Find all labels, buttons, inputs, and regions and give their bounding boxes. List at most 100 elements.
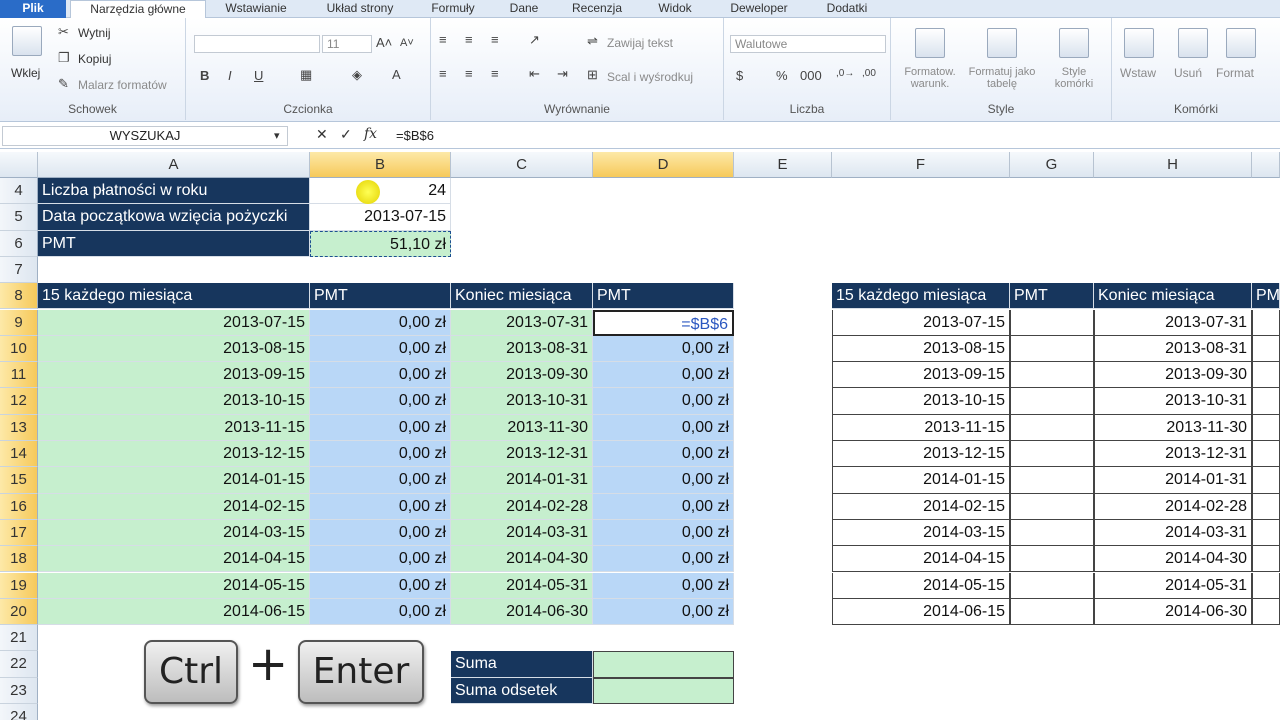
pmt-15th[interactable]: 0,00 zł — [310, 362, 451, 389]
right-pmt-month-end[interactable] — [1252, 441, 1280, 468]
column-header-C[interactable]: C — [451, 152, 593, 178]
right-pmt-month-end[interactable] — [1252, 546, 1280, 573]
pmt-month-end[interactable]: 0,00 zł — [593, 414, 734, 441]
tab-2[interactable]: Wstawianie — [210, 0, 302, 18]
tab-8[interactable]: Deweloper — [716, 0, 802, 18]
date-15th[interactable]: 2014-06-15 — [38, 598, 310, 626]
format-cells-button[interactable]: Format — [1216, 66, 1254, 80]
pmt-15th[interactable]: 0,00 zł — [310, 546, 451, 573]
copy-button[interactable]: Kopiuj — [78, 52, 111, 66]
tab-6[interactable]: Recenzja — [560, 0, 634, 18]
pmt-15th[interactable]: 0,00 zł — [310, 598, 451, 626]
right-date-month-end[interactable]: 2014-03-31 — [1094, 519, 1252, 547]
align-middle-icon[interactable]: ≡ — [465, 32, 473, 47]
tab-4[interactable]: Formuły — [418, 0, 488, 18]
date-month-end[interactable]: 2013-10-31 — [451, 388, 593, 415]
font-color-icon[interactable]: A — [392, 67, 401, 82]
underline-icon[interactable]: U — [254, 68, 263, 83]
pmt-15th[interactable]: 0,00 zł — [310, 572, 451, 599]
right-pmt-month-end[interactable] — [1252, 598, 1280, 626]
conditional-format-icon[interactable] — [915, 28, 945, 58]
date-15th[interactable]: 2014-03-15 — [38, 519, 310, 547]
cell-styles-icon[interactable] — [1059, 28, 1089, 58]
pmt-15th[interactable]: 0,00 zł — [310, 309, 451, 336]
date-month-end[interactable]: 2013-11-30 — [451, 414, 593, 441]
right-pmt-15th[interactable] — [1010, 598, 1094, 626]
date-month-end[interactable]: 2014-04-30 — [451, 546, 593, 573]
align-right-icon[interactable]: ≡ — [491, 66, 499, 81]
right-pmt-month-end[interactable] — [1252, 362, 1280, 389]
date-month-end[interactable]: 2013-09-30 — [451, 362, 593, 389]
right-pmt-15th[interactable] — [1010, 519, 1094, 547]
insert-function-icon[interactable]: fx — [364, 126, 377, 142]
decrease-decimal-icon[interactable]: ,00 — [862, 68, 876, 79]
right-date-15th[interactable]: 2013-07-15 — [832, 309, 1010, 336]
pmt-month-end[interactable]: 0,00 zł — [593, 546, 734, 573]
pmt-month-end[interactable]: 0,00 zł — [593, 362, 734, 389]
right-pmt-15th[interactable] — [1010, 572, 1094, 599]
date-15th[interactable]: 2014-01-15 — [38, 467, 310, 494]
date-month-end[interactable]: 2014-06-30 — [451, 598, 593, 626]
name-box[interactable]: WYSZUKAJ — [2, 126, 288, 146]
number-format-select[interactable]: Walutowe — [730, 35, 886, 53]
summary-value[interactable] — [593, 677, 734, 704]
cancel-icon[interactable]: ✕ — [316, 126, 328, 143]
summary-label[interactable]: Suma odsetek — [451, 677, 593, 704]
row-header-15[interactable]: 15 — [0, 467, 38, 494]
tab-3[interactable]: Układ strony — [310, 0, 410, 18]
right-date-15th[interactable]: 2014-03-15 — [832, 519, 1010, 547]
date-month-end[interactable]: 2014-01-31 — [451, 467, 593, 494]
date-month-end[interactable]: 2014-03-31 — [451, 519, 593, 547]
right-date-month-end[interactable]: 2013-12-31 — [1094, 441, 1252, 468]
date-15th[interactable]: 2013-09-15 — [38, 362, 310, 389]
column-header-F[interactable]: F — [832, 152, 1010, 178]
right-date-month-end[interactable]: 2013-08-31 — [1094, 335, 1252, 363]
right-date-month-end[interactable]: 2014-02-28 — [1094, 493, 1252, 520]
pmt-15th[interactable]: 0,00 zł — [310, 441, 451, 468]
cut-button[interactable]: Wytnij — [78, 26, 111, 40]
column-header-D[interactable]: D — [593, 152, 734, 178]
delete-cells-button[interactable]: Usuń — [1174, 66, 1202, 80]
pmt-month-end[interactable]: 0,00 zł — [593, 335, 734, 363]
tab-0[interactable]: Plik — [0, 0, 66, 18]
shrink-font-icon[interactable]: A˅ — [400, 37, 414, 49]
font-name-select[interactable] — [194, 35, 320, 53]
paste-icon[interactable] — [12, 26, 42, 56]
date-15th[interactable]: 2013-07-15 — [38, 309, 310, 336]
worksheet-grid[interactable]: A B C D E F G H 4 5 6 7 8 9 10 11 12 13 14 15 16 17 18 19 20 21 22… — [0, 152, 1280, 720]
pmt-month-end[interactable]: 0,00 zł — [593, 467, 734, 494]
row-header-10[interactable]: 10 — [0, 335, 38, 363]
right-pmt-month-end[interactable] — [1252, 572, 1280, 599]
pmt-15th[interactable]: 0,00 zł — [310, 414, 451, 441]
right-date-month-end[interactable]: 2014-05-31 — [1094, 572, 1252, 599]
pmt-15th[interactable]: 0,00 zł — [310, 467, 451, 494]
param-value[interactable]: 51,10 zł — [310, 230, 451, 257]
right-date-15th[interactable]: 2013-12-15 — [832, 441, 1010, 468]
formula-input[interactable]: =$B$6 — [396, 126, 434, 146]
date-15th[interactable]: 2014-04-15 — [38, 546, 310, 573]
row-header-21[interactable]: 21 — [0, 625, 38, 652]
summary-value[interactable] — [593, 651, 734, 678]
tab-5[interactable]: Dane — [496, 0, 552, 18]
conditional-format-button[interactable]: Formatow. warunk. — [895, 66, 965, 90]
paste-button[interactable]: Wklej — [11, 66, 40, 80]
right-date-15th[interactable]: 2014-01-15 — [832, 467, 1010, 494]
percent-icon[interactable]: % — [776, 68, 788, 83]
date-15th[interactable]: 2013-12-15 — [38, 441, 310, 468]
pmt-month-end[interactable]: 0,00 zł — [593, 388, 734, 415]
right-pmt-15th[interactable] — [1010, 441, 1094, 468]
pmt-month-end-editing[interactable]: =$B$6 — [593, 309, 734, 336]
cell-styles-button[interactable]: Style komórki — [1043, 66, 1105, 90]
tab-7[interactable]: Widok — [642, 0, 708, 18]
align-top-icon[interactable]: ≡ — [439, 32, 447, 47]
pmt-15th[interactable]: 0,00 zł — [310, 493, 451, 520]
right-pmt-15th[interactable] — [1010, 493, 1094, 520]
decrease-indent-icon[interactable]: ⇤ — [529, 66, 540, 82]
increase-indent-icon[interactable]: ⇥ — [557, 66, 568, 82]
pmt-month-end[interactable]: 0,00 zł — [593, 598, 734, 626]
right-pmt-month-end[interactable] — [1252, 519, 1280, 547]
pmt-month-end[interactable]: 0,00 zł — [593, 493, 734, 520]
merge-center-button[interactable]: Scal i wyśrodkuj — [607, 70, 693, 84]
row-header-24[interactable]: 24 — [0, 704, 38, 720]
right-pmt-month-end[interactable] — [1252, 335, 1280, 363]
